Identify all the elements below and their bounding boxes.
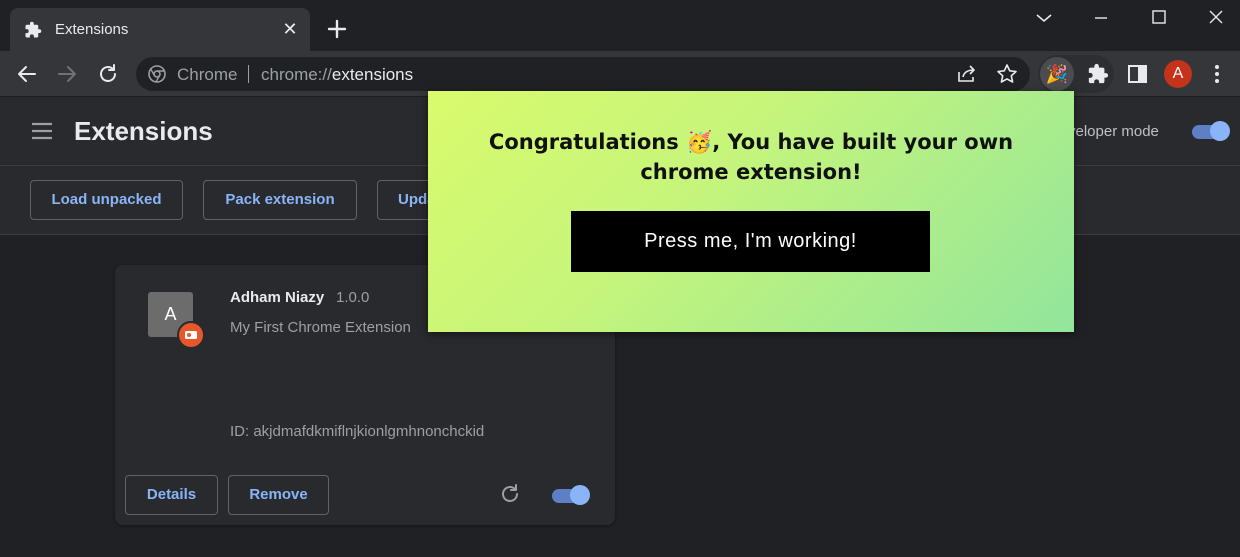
reload-extension-icon[interactable] — [499, 483, 521, 505]
tab-search-chevron-icon[interactable] — [1032, 6, 1056, 30]
extension-description: My First Chrome Extension — [230, 319, 411, 336]
profile-avatar[interactable]: A — [1164, 60, 1192, 88]
page-title: Extensions — [74, 116, 213, 146]
forward-arrow-icon[interactable] — [56, 63, 78, 85]
extension-id: ID: akjdmafdkmiflnjkionlgmhnonchckid — [230, 423, 485, 440]
minimize-icon[interactable] — [1089, 6, 1113, 30]
side-panel-icon[interactable] — [1127, 63, 1149, 85]
close-window-icon[interactable] — [1204, 6, 1228, 30]
back-arrow-icon[interactable] — [16, 63, 38, 85]
load-unpacked-button[interactable]: Load unpacked — [30, 180, 183, 220]
extension-name: Adham Niazy — [230, 289, 325, 306]
url-text[interactable]: chrome://extensions — [261, 65, 413, 85]
developer-mode-toggle[interactable] — [1190, 121, 1230, 141]
address-bar[interactable]: Chrome chrome://extensions — [136, 57, 1030, 91]
extension-version: 1.0.0 — [336, 289, 370, 306]
url-scheme: chrome:// — [261, 65, 332, 84]
remove-button[interactable]: Remove — [228, 475, 329, 515]
new-tab-icon[interactable] — [326, 18, 348, 40]
reload-icon[interactable] — [97, 63, 119, 85]
popup-message: Congratulations 🥳, You have built your o… — [488, 130, 1014, 184]
maximize-icon[interactable] — [1147, 6, 1171, 30]
puzzle-icon — [24, 21, 42, 39]
press-me-button[interactable]: Press me, I'm working! — [571, 211, 930, 272]
tab-extensions[interactable]: Extensions ✕ — [10, 8, 310, 51]
tab-strip: Extensions ✕ — [0, 0, 1240, 51]
toggle-knob — [1210, 121, 1230, 141]
pack-extension-button[interactable]: Pack extension — [203, 180, 357, 220]
bookmark-star-icon[interactable] — [996, 63, 1018, 85]
extension-popup: Congratulations 🥳, You have built your o… — [428, 91, 1074, 332]
tab-title: Extensions — [55, 21, 129, 38]
omnibox-separator — [248, 65, 249, 83]
toggle-knob — [570, 485, 590, 505]
close-tab-icon[interactable]: ✕ — [282, 19, 298, 39]
chrome-logo-icon — [148, 65, 166, 83]
developer-mode-label: veloper mode — [1068, 123, 1159, 140]
party-popper-extension-icon[interactable]: 🎉 — [1040, 57, 1074, 91]
unpacked-badge-icon — [177, 321, 205, 349]
url-host: extensions — [331, 65, 414, 84]
site-label: Chrome — [177, 65, 238, 84]
details-button[interactable]: Details — [125, 475, 218, 515]
more-menu-icon[interactable] — [1206, 63, 1228, 85]
share-icon[interactable] — [956, 63, 978, 85]
extension-enabled-toggle[interactable] — [550, 485, 590, 505]
hamburger-menu-icon[interactable] — [31, 122, 53, 140]
extensions-puzzle-icon[interactable] — [1087, 63, 1109, 85]
